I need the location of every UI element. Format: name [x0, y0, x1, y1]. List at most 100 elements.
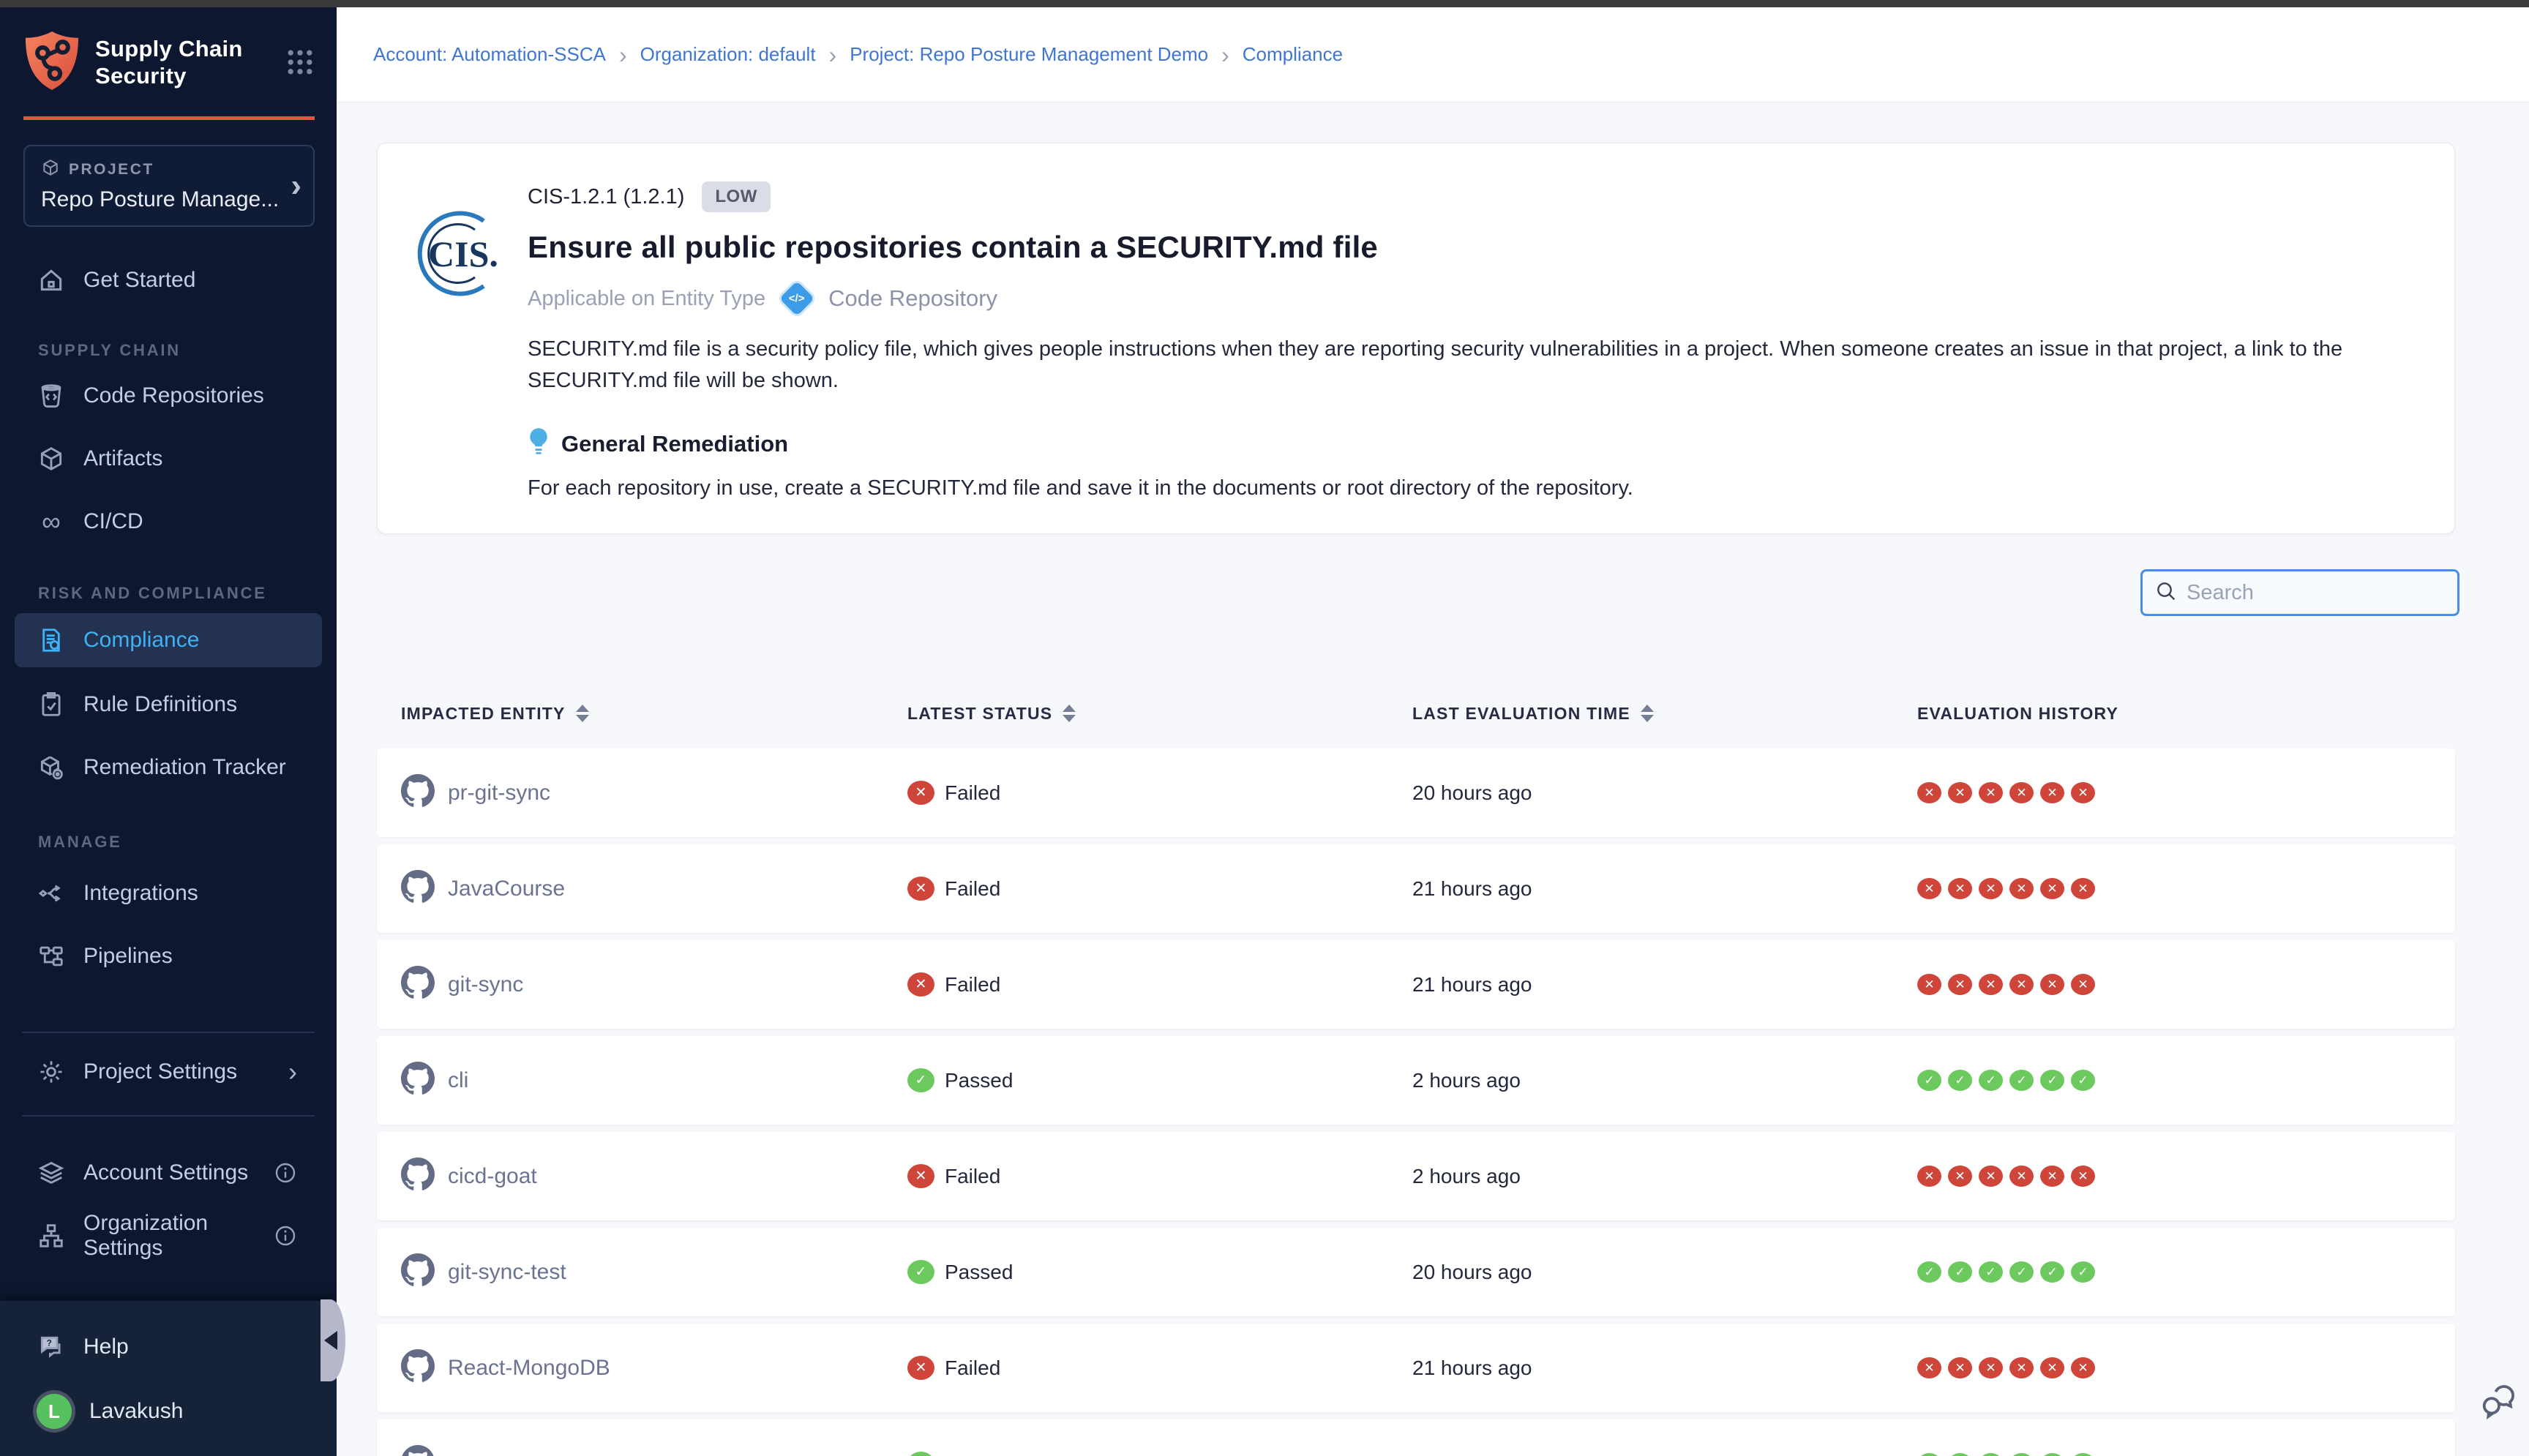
entity-name[interactable]: pr-git-sync: [448, 781, 550, 806]
evaluation-history: [1917, 878, 2455, 899]
sidebar-item-integrations[interactable]: Integrations: [15, 866, 322, 920]
project-name: Repo Posture Manage...: [41, 187, 299, 212]
history-fail-icon: [2040, 1357, 2064, 1378]
app-grid-icon[interactable]: [284, 46, 316, 82]
breadcrumb-separator-icon: ›: [829, 43, 837, 67]
infinity-icon: ∞: [37, 507, 66, 536]
sidebar-item-remediation-tracker[interactable]: Remediation Tracker: [15, 740, 322, 795]
table-row[interactable]: Passed: [377, 1419, 2455, 1456]
info-icon: [274, 1161, 297, 1185]
table-row[interactable]: React-MongoDB Failed 21 hours ago: [377, 1324, 2455, 1412]
github-icon: [401, 1349, 435, 1386]
table-row[interactable]: git-sync Failed 21 hours ago: [377, 940, 2455, 1029]
support-chat-icon[interactable]: [2479, 1384, 2519, 1427]
entity-name[interactable]: React-MongoDB: [448, 1356, 610, 1381]
info-icon: [274, 1224, 297, 1247]
sidebar-item-pipelines[interactable]: Pipelines: [15, 929, 322, 983]
sidebar-item-label: Code Repositories: [83, 383, 264, 408]
breadcrumb-item[interactable]: Account: Automation-SSCA: [373, 43, 606, 66]
status-cell: Passed: [907, 1068, 1412, 1092]
history-fail-icon: [2009, 878, 2034, 899]
breadcrumb-separator-icon: ›: [619, 43, 627, 67]
status-icon: [907, 1452, 934, 1456]
entity-cell[interactable]: cli: [401, 1062, 907, 1099]
entity-cell[interactable]: git-sync: [401, 966, 907, 1003]
breadcrumb-item[interactable]: Project: Repo Posture Management Demo: [850, 43, 1208, 66]
table-row[interactable]: cli Passed 2 hours ago: [377, 1036, 2455, 1125]
entity-cell[interactable]: JavaCourse: [401, 870, 907, 907]
remediation-text: For each repository in use, create a SEC…: [528, 476, 2410, 500]
table-row[interactable]: pr-git-sync Failed 20 hours ago: [377, 748, 2455, 837]
history-fail-icon: [2009, 1166, 2034, 1187]
entity-cell[interactable]: cicd-goat: [401, 1157, 907, 1195]
svg-text:CIS.: CIS.: [428, 233, 498, 274]
history-fail-icon: [1979, 782, 2003, 803]
history-pass-icon: [1917, 1261, 1941, 1283]
project-selector[interactable]: PROJECT Repo Posture Manage... ›: [23, 145, 315, 227]
breadcrumb-item[interactable]: Organization: default: [640, 43, 816, 66]
sidebar-item-account-settings[interactable]: Account Settings: [15, 1146, 322, 1200]
history-fail-icon: [2040, 782, 2064, 803]
github-icon: [401, 1062, 435, 1099]
table-row[interactable]: JavaCourse Failed 21 hours ago: [377, 844, 2455, 933]
github-icon: [401, 1445, 435, 1456]
code-repository-icon: [37, 381, 66, 410]
status-icon: [907, 1068, 934, 1092]
last-evaluation-time: 21 hours ago: [1412, 973, 1917, 997]
sidebar-item-code-repositories[interactable]: Code Repositories: [15, 369, 322, 423]
evaluation-history: [1917, 1261, 2455, 1283]
sidebar-item-cicd[interactable]: ∞ CI/CD: [15, 495, 322, 549]
history-fail-icon: [2071, 1357, 2095, 1378]
sidebar-item-help[interactable]: ? Help: [15, 1320, 322, 1374]
github-icon: [401, 774, 435, 811]
sidebar-item-compliance[interactable]: Compliance: [15, 613, 322, 667]
sidebar-item-organization-settings[interactable]: Organization Settings: [15, 1209, 322, 1263]
history-fail-icon: [1979, 974, 2003, 995]
column-header[interactable]: LATEST STATUS: [907, 704, 1412, 724]
table-row[interactable]: cicd-goat Failed 2 hours ago: [377, 1132, 2455, 1220]
sidebar-item-get-started[interactable]: Get Started: [15, 253, 322, 307]
entity-cell[interactable]: React-MongoDB: [401, 1349, 907, 1386]
entity-name[interactable]: cicd-goat: [448, 1164, 537, 1189]
history-pass-icon: [2071, 1453, 2095, 1456]
column-header[interactable]: LAST EVALUATION TIME: [1412, 704, 1917, 724]
sort-icon[interactable]: [1641, 705, 1654, 722]
sidebar-item-label: Account Settings: [83, 1160, 248, 1185]
entity-name[interactable]: cli: [448, 1068, 468, 1093]
entity-name[interactable]: git-sync-test: [448, 1260, 566, 1285]
history-pass-icon: [2040, 1261, 2064, 1283]
section-supply-chain: SUPPLY CHAIN: [0, 341, 337, 360]
sort-icon[interactable]: [1063, 705, 1076, 722]
column-label: LATEST STATUS: [907, 704, 1052, 724]
status-icon: [907, 1356, 934, 1380]
history-pass-icon: [2009, 1261, 2034, 1283]
layers-icon: [37, 1158, 66, 1187]
sidebar-item-label: Get Started: [83, 268, 195, 293]
table-row[interactable]: git-sync-test Passed 20 hours ago: [377, 1228, 2455, 1316]
entity-cell[interactable]: [401, 1445, 907, 1456]
github-icon: [401, 870, 435, 907]
history-pass-icon: [2071, 1070, 2095, 1091]
evaluation-history: [1917, 1357, 2455, 1378]
sidebar-item-project-settings[interactable]: Project Settings ›: [15, 1045, 322, 1099]
sidebar-item-rule-definitions[interactable]: Rule Definitions: [15, 678, 322, 732]
status-label: Failed: [945, 1165, 1000, 1188]
collapse-left-arrow-icon: [324, 1331, 337, 1350]
status-cell: Failed: [907, 1164, 1412, 1188]
entity-name[interactable]: JavaCourse: [448, 877, 565, 901]
entity-cell[interactable]: git-sync-test: [401, 1253, 907, 1291]
last-evaluation-time: 20 hours ago: [1412, 781, 1917, 805]
history-fail-icon: [2040, 974, 2064, 995]
search-input[interactable]: [2187, 581, 2462, 605]
history-fail-icon: [1948, 1357, 1972, 1378]
breadcrumb-item[interactable]: Compliance: [1243, 43, 1343, 66]
cis-logo: CIS.: [411, 208, 502, 303]
user-profile[interactable]: L Lavakush: [15, 1384, 322, 1438]
sidebar-item-label: Help: [83, 1335, 129, 1359]
entity-cell[interactable]: pr-git-sync: [401, 774, 907, 811]
search-box[interactable]: [2140, 569, 2459, 616]
sort-icon[interactable]: [576, 705, 589, 722]
entity-name[interactable]: git-sync: [448, 972, 523, 997]
column-header[interactable]: IMPACTED ENTITY: [401, 704, 907, 724]
sidebar-item-artifacts[interactable]: Artifacts: [15, 432, 322, 486]
